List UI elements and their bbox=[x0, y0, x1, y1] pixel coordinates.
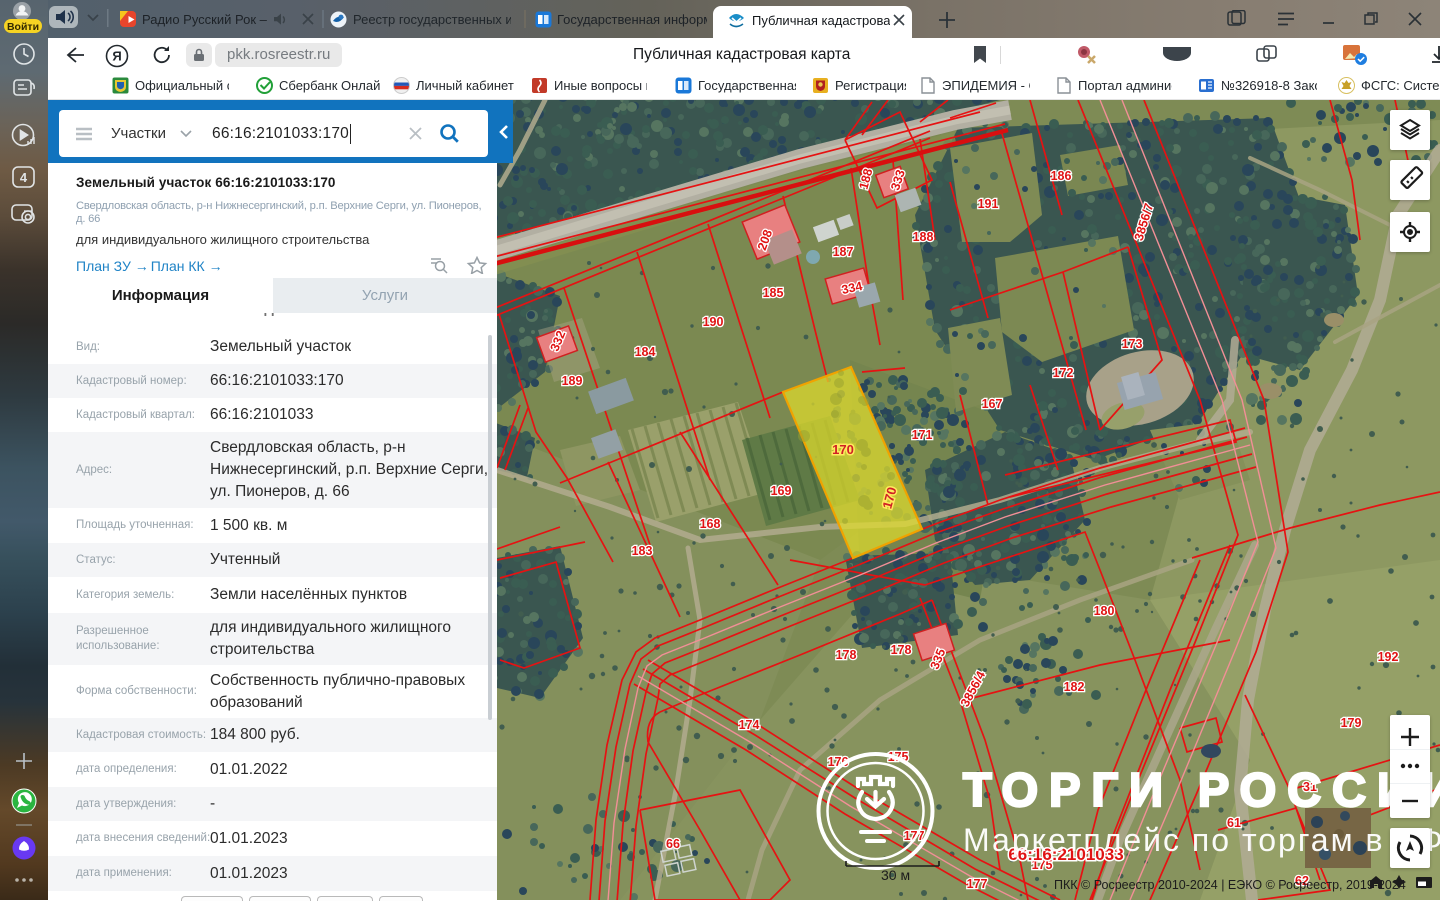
svg-text:66: 66 bbox=[666, 837, 680, 851]
svg-text:170: 170 bbox=[832, 442, 854, 457]
svg-text:Я: Я bbox=[112, 49, 121, 64]
svg-text:167: 167 bbox=[982, 397, 1003, 411]
svg-text:ТОРГИ РОССИИ: ТОРГИ РОССИИ bbox=[963, 763, 1440, 816]
svg-text:182: 182 bbox=[1064, 680, 1085, 694]
svg-text:183: 183 bbox=[632, 544, 653, 558]
svg-text:187: 187 bbox=[833, 245, 854, 259]
svg-text:190: 190 bbox=[703, 315, 724, 329]
svg-text:186: 186 bbox=[1051, 169, 1072, 183]
svg-text:173: 173 bbox=[1122, 337, 1143, 351]
svg-text:184: 184 bbox=[635, 345, 656, 359]
svg-text:188: 188 bbox=[913, 230, 934, 244]
svg-text:185: 185 bbox=[763, 286, 784, 300]
svg-text:191: 191 bbox=[978, 197, 999, 211]
svg-text:180: 180 bbox=[1094, 604, 1115, 618]
svg-text:178: 178 bbox=[891, 643, 912, 657]
svg-text:171: 171 bbox=[912, 428, 933, 442]
svg-text:172: 172 bbox=[1053, 366, 1074, 380]
svg-text:177: 177 bbox=[967, 877, 988, 891]
svg-text:179: 179 bbox=[1341, 716, 1362, 730]
svg-text:ПКК © Росреестр 2010-2024 | ЕЭ: ПКК © Росреестр 2010-2024 | ЕЭКО © Росре… bbox=[1054, 878, 1406, 892]
svg-text:178: 178 bbox=[836, 648, 857, 662]
svg-text:174: 174 bbox=[739, 718, 760, 732]
svg-text:Войти: Войти bbox=[7, 21, 39, 33]
svg-text:Маркетплейс по торгам в РФ: Маркетплейс по торгам в РФ bbox=[963, 822, 1440, 858]
svg-text:4: 4 bbox=[20, 170, 28, 185]
svg-text:192: 192 bbox=[1378, 650, 1399, 664]
svg-text:30 м: 30 м bbox=[881, 867, 910, 883]
svg-text:168: 168 bbox=[700, 517, 721, 531]
svg-text:169: 169 bbox=[771, 484, 792, 498]
svg-text:189: 189 bbox=[562, 374, 583, 388]
